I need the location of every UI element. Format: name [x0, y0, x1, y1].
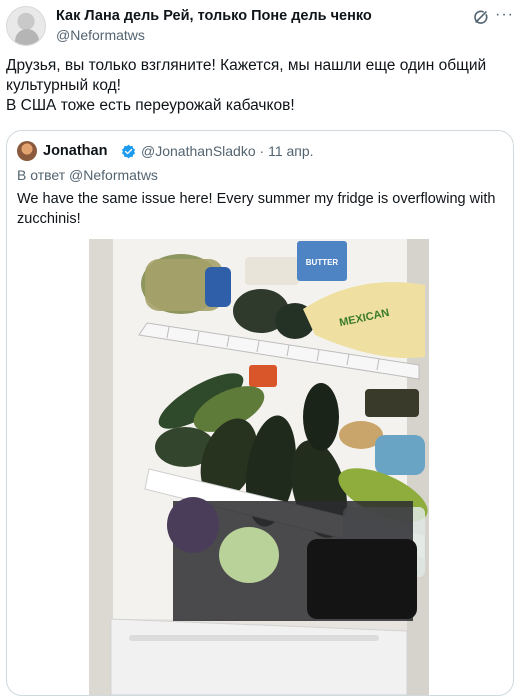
author-avatar[interactable]	[6, 6, 46, 46]
quoted-meta: @JonathanSladko · 11 апр.	[141, 143, 314, 159]
quoted-author-handle[interactable]: @JonathanSladko	[141, 143, 256, 159]
reply-mention[interactable]: @Neformatws	[69, 167, 158, 183]
quoted-post-text: We have the same issue here! Every summe…	[17, 191, 496, 227]
quoted-author-avatar[interactable]	[17, 141, 37, 161]
author-handle[interactable]: @Neformatws	[56, 27, 145, 43]
author-name[interactable]: Как Лана дель Рей, только Поне дель ченк…	[56, 8, 372, 24]
meta-separator: ·	[259, 143, 265, 159]
verified-badge-icon	[121, 144, 136, 159]
quoted-post-header: Jonathan @JonathanSladko · 11 апр.	[17, 141, 503, 163]
post-text: Друзья, вы только взгляните! Кажется, мы…	[6, 56, 506, 116]
quoted-post[interactable]: Jonathan @JonathanSladko · 11 апр. В отв…	[6, 130, 514, 696]
quoted-post-date[interactable]: 11 апр.	[268, 143, 313, 159]
more-dots-icon[interactable]: ···	[495, 6, 514, 24]
grok-icon[interactable]	[472, 8, 490, 26]
fridge-photo[interactable]: BUTTER MEXICAN	[89, 239, 429, 695]
post-text-line-2: В США тоже есть переурожай кабачков!	[6, 97, 295, 114]
reply-context: В ответ @Neformatws	[17, 167, 158, 183]
post-text-line-1: Друзья, вы только взгляните! Кажется, мы…	[6, 57, 487, 94]
post-header: Как Лана дель Рей, только Поне дель ченк…	[6, 6, 516, 46]
fridge-illustration: BUTTER MEXICAN	[89, 239, 429, 695]
quoted-author-name[interactable]: Jonathan	[43, 143, 107, 159]
butter-box-label: BUTTER	[306, 258, 339, 267]
reply-prefix: В ответ	[17, 167, 66, 183]
